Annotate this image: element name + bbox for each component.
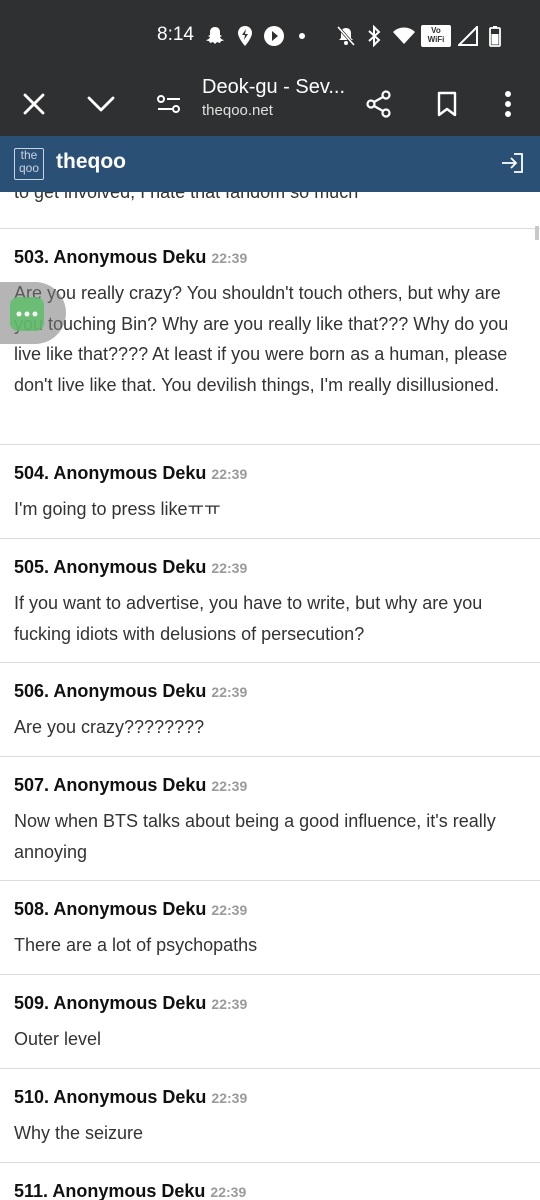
comment-time: 22:39 <box>211 684 248 700</box>
floating-menu-icon[interactable] <box>10 297 44 331</box>
scrollbar-thumb[interactable] <box>535 226 539 240</box>
comment-number: 511. <box>14 1181 49 1200</box>
vowifi-icon: Vo WiFi <box>421 25 451 47</box>
battery-icon <box>487 25 503 47</box>
comment-time: 22:39 <box>211 466 248 482</box>
comment-text: Are you really crazy? You shouldn't touc… <box>14 283 509 395</box>
bluetooth-icon <box>364 25 384 47</box>
comment-item: 507. Anonymous Deku 22:39 Now when BTS ta… <box>0 756 540 881</box>
dot-icon <box>297 25 307 47</box>
wifi-icon <box>392 25 416 47</box>
comment-item: 510. Anonymous Deku 22:39 Why the seizure <box>0 1068 540 1163</box>
vowifi-label: Vo WiFi <box>427 26 445 44</box>
comment-number: 505. <box>14 557 50 577</box>
previous-comment-text: to get involved, I hate that fandom so m… <box>14 192 359 202</box>
comment-author: Anonymous Deku <box>53 993 207 1013</box>
comment-item: 504. Anonymous Deku 22:39 I'm going to pr… <box>0 444 540 539</box>
comment-number: 507. <box>14 775 50 795</box>
play-icon <box>263 25 285 47</box>
comment-list[interactable]: to get involved, I hate that fandom so m… <box>0 192 540 1200</box>
location-icon <box>234 25 256 47</box>
snapchat-icon <box>203 25 227 47</box>
comment-author: Anonymous Deku <box>53 1087 207 1107</box>
chevron-down-icon[interactable] <box>77 80 125 128</box>
comment-time: 22:39 <box>211 778 248 794</box>
site-logo[interactable]: the qoo <box>14 148 44 180</box>
comment-author: Anonymous Deku <box>53 899 207 919</box>
comment-time: 22:39 <box>211 560 248 576</box>
more-options-icon[interactable] <box>484 80 532 128</box>
comment-text: If you want to advertise, you have to wr… <box>14 593 483 644</box>
comment-author: Anonymous Deku <box>53 557 207 577</box>
comment-text: There are a lot of psychopaths <box>14 935 258 955</box>
mute-icon <box>335 25 357 47</box>
page-title[interactable]: Deok-gu - Sev... <box>202 76 345 99</box>
comment-time: 22:39 <box>210 1184 247 1200</box>
comment-text: Why the seizure <box>14 1123 144 1143</box>
bookmark-icon[interactable] <box>423 80 471 128</box>
comment-text: Outer level <box>14 1029 102 1049</box>
comment-item: 508. Anonymous Deku 22:39 There are a lot… <box>0 880 540 975</box>
comment-author: Anonymous Deku <box>53 463 207 483</box>
comment-number: 506. <box>14 681 50 701</box>
close-icon[interactable] <box>10 80 58 128</box>
site-logo-text: the qoo <box>18 148 40 175</box>
comment-item: 505. Anonymous Deku 22:39 If you want to … <box>0 538 540 663</box>
signal-icon <box>457 25 479 47</box>
site-header: the qoo theqoo <box>0 136 540 192</box>
comment-author: Anonymous Deku <box>53 681 207 701</box>
comment-number: 508. <box>14 899 50 919</box>
comment-item: 506. Anonymous Deku 22:39 Are you crazy??… <box>0 662 540 757</box>
status-bar: 8:14 Vo WiFi <box>0 0 540 72</box>
status-time: 8:14 <box>157 24 194 45</box>
page-url[interactable]: theqoo.net <box>202 102 273 119</box>
comment-number: 503. <box>14 247 50 267</box>
comment-number: 509. <box>14 993 50 1013</box>
comment-author: Anonymous Deku <box>52 1181 206 1200</box>
comment-time: 22:39 <box>211 1090 248 1106</box>
comment-time: 22:39 <box>211 996 248 1012</box>
site-settings-icon[interactable] <box>145 80 193 128</box>
browser-toolbar: Deok-gu - Sev... theqoo.net <box>0 72 540 136</box>
comment-time: 22:39 <box>211 902 248 918</box>
comment-author: Anonymous Deku <box>53 775 207 795</box>
comment-item: 503. Anonymous Deku 22:39 Are you really … <box>0 228 540 445</box>
comment-item: 511. Anonymous Deku 22:39 <box>0 1162 540 1200</box>
login-icon[interactable] <box>500 151 526 180</box>
comment-text: I'm going to press likeㅠㅠ <box>14 499 221 519</box>
comment-number: 510. <box>14 1087 50 1107</box>
comment-text: Now when BTS talks about being a good in… <box>14 811 496 862</box>
comment-number: 504. <box>14 463 50 483</box>
comment-text: Are you crazy???????? <box>14 717 205 737</box>
comment-author: Anonymous Deku <box>53 247 207 267</box>
comment-time: 22:39 <box>211 250 248 266</box>
comment-item: 509. Anonymous Deku 22:39 Outer level <box>0 974 540 1069</box>
share-icon[interactable] <box>355 80 403 128</box>
site-name[interactable]: theqoo <box>56 150 126 174</box>
